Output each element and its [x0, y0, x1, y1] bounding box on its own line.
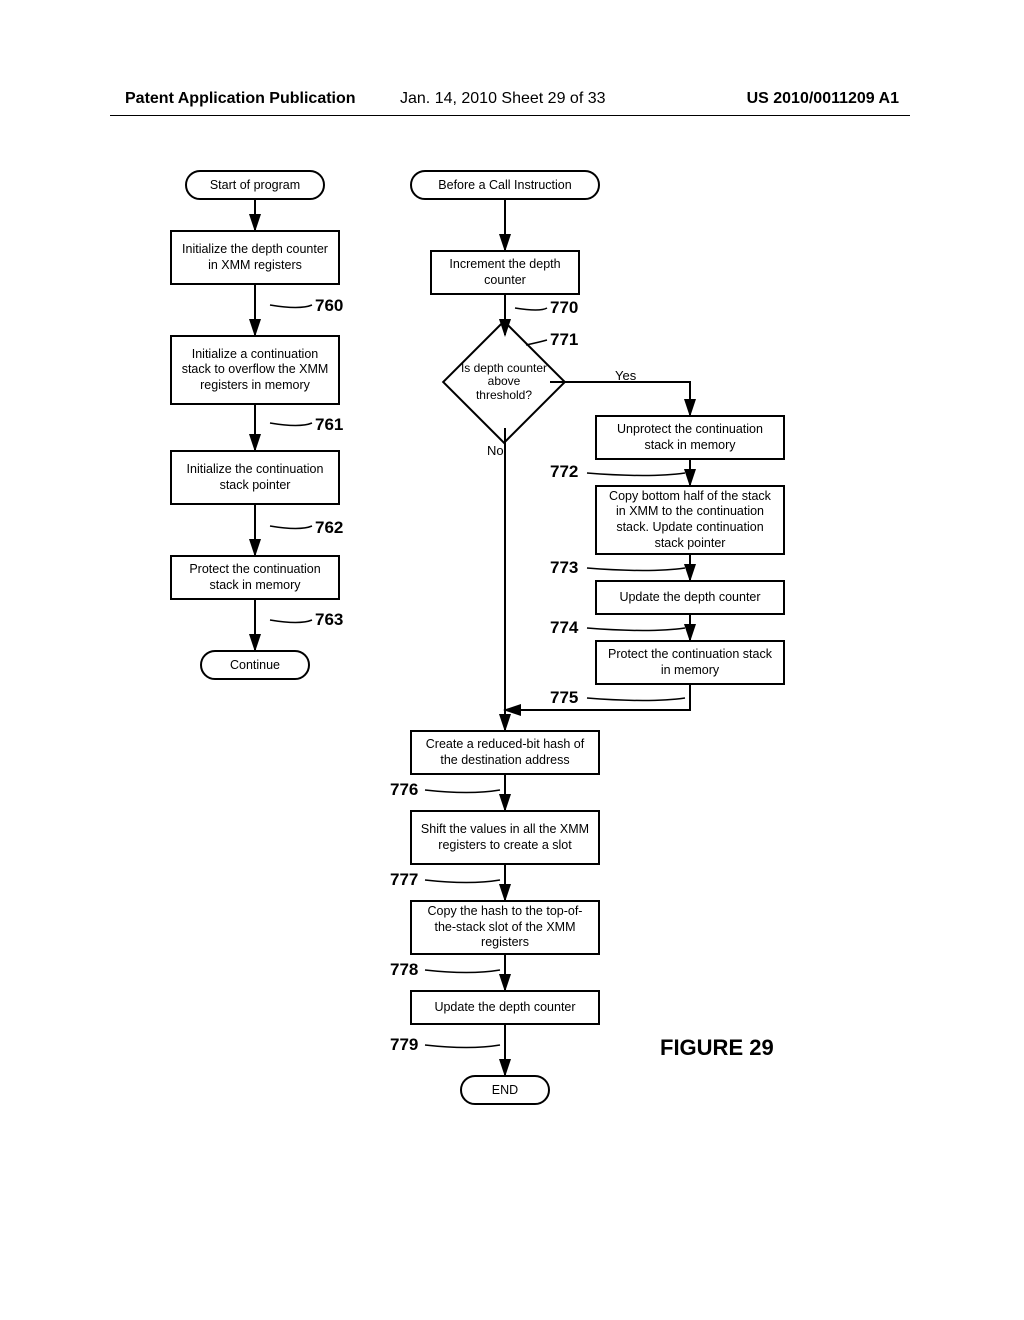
connectors [90, 140, 930, 1290]
edge-label-no: No [487, 443, 504, 458]
process-777: Shift the values in all the XMM register… [410, 810, 600, 865]
terminator-end: END [460, 1075, 550, 1105]
process-760: Initialize the depth counter in XMM regi… [170, 230, 340, 285]
terminator-label: Start of program [210, 178, 300, 192]
figure-title: FIGURE 29 [660, 1035, 774, 1061]
process-label: Protect the continuation stack in memory [178, 562, 332, 593]
terminator-start-right: Before a Call Instruction [410, 170, 600, 200]
terminator-label: Continue [230, 658, 280, 672]
process-label: Initialize the depth counter in XMM regi… [178, 242, 332, 273]
ref-761: 761 [315, 415, 343, 435]
ref-775: 775 [550, 688, 578, 708]
process-label: Unprotect the continuation stack in memo… [603, 422, 777, 453]
ref-779: 779 [390, 1035, 418, 1055]
ref-776: 776 [390, 780, 418, 800]
edge-label-yes: Yes [615, 368, 636, 383]
terminator-label: END [492, 1083, 518, 1097]
process-label: Update the depth counter [434, 1000, 575, 1016]
process-776: Create a reduced-bit hash of the destina… [410, 730, 600, 775]
terminator-label: Before a Call Instruction [438, 178, 571, 192]
process-label: Increment the depth counter [438, 257, 572, 288]
ref-772: 772 [550, 462, 578, 482]
ref-777: 777 [390, 870, 418, 890]
diagram-canvas: Start of program Initialize the depth co… [90, 140, 930, 1290]
process-773: Copy bottom half of the stack in XMM to … [595, 485, 785, 555]
terminator-continue: Continue [200, 650, 310, 680]
decision-label: Is depth counter above threshold? [460, 362, 548, 402]
terminator-start-left: Start of program [185, 170, 325, 200]
process-label: Copy the hash to the top-of-the-stack sl… [418, 904, 592, 951]
process-772: Unprotect the continuation stack in memo… [595, 415, 785, 460]
ref-762: 762 [315, 518, 343, 538]
ref-778: 778 [390, 960, 418, 980]
process-label: Update the depth counter [619, 590, 760, 606]
header-right: US 2010/0011209 A1 [747, 90, 899, 108]
ref-770: 770 [550, 298, 578, 318]
decision-771: Is depth counter above threshold? [460, 338, 548, 426]
process-779: Update the depth counter [410, 990, 600, 1025]
process-label: Protect the continuation stack in memory [603, 647, 777, 678]
process-774: Update the depth counter [595, 580, 785, 615]
header-center: Jan. 14, 2010 Sheet 29 of 33 [400, 90, 606, 108]
process-label: Shift the values in all the XMM register… [418, 822, 592, 853]
process-778: Copy the hash to the top-of-the-stack sl… [410, 900, 600, 955]
process-763: Protect the continuation stack in memory [170, 555, 340, 600]
ref-771: 771 [550, 330, 578, 350]
ref-773: 773 [550, 558, 578, 578]
process-775: Protect the continuation stack in memory [595, 640, 785, 685]
header-left: Patent Application Publication [125, 90, 356, 108]
process-762: Initialize the continuation stack pointe… [170, 450, 340, 505]
process-label: Initialize a continuation stack to overf… [178, 347, 332, 394]
ref-763: 763 [315, 610, 343, 630]
ref-774: 774 [550, 618, 578, 638]
process-label: Copy bottom half of the stack in XMM to … [603, 489, 777, 552]
header-divider [110, 115, 910, 116]
ref-760: 760 [315, 296, 343, 316]
process-761: Initialize a continuation stack to overf… [170, 335, 340, 405]
process-770: Increment the depth counter [430, 250, 580, 295]
process-label: Initialize the continuation stack pointe… [178, 462, 332, 493]
process-label: Create a reduced-bit hash of the destina… [418, 737, 592, 768]
